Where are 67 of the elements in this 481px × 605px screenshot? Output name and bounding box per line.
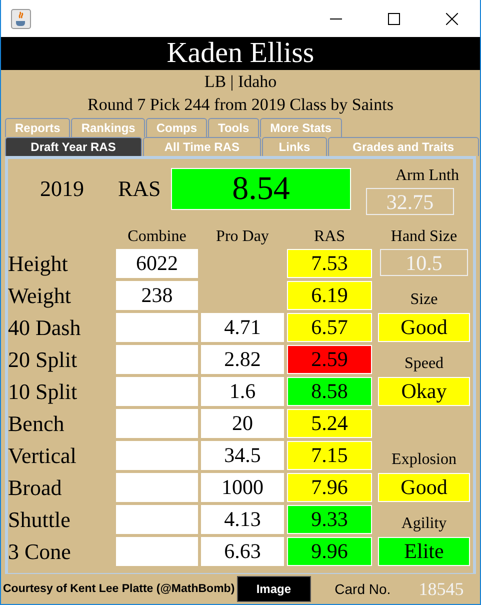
java-cup-icon [11, 8, 31, 28]
metric-name: 10 Split [8, 378, 78, 406]
ras-value: 9.96 [287, 537, 372, 566]
category-label: Explosion [390, 450, 458, 468]
pro-day-value: 4.13 [201, 505, 284, 534]
tab[interactable]: Tools [208, 118, 260, 137]
category-label: Agility [400, 514, 448, 532]
draft-info: Round 7 Pick 244 from 2019 Class by Saints [86, 94, 394, 116]
ras-value: 8.58 [287, 377, 372, 406]
pro-day-value: 2.82 [201, 345, 284, 374]
tab[interactable]: Draft Year RAS [5, 137, 142, 156]
arm-length-label: Arm Lnth [395, 167, 459, 185]
image-button[interactable]: Image [236, 576, 311, 602]
column-header: Hand Size [390, 227, 458, 246]
tab[interactable]: More Stats [260, 118, 342, 137]
metric-name: Shuttle [8, 506, 72, 534]
ras-value: 7.53 [287, 249, 372, 278]
ras-score: 8.54 [171, 168, 351, 210]
pro-day-value: 1.6 [201, 377, 284, 406]
metric-name: Vertical [8, 442, 78, 470]
category-grade: Good [378, 313, 470, 342]
category-grade: Elite [378, 537, 470, 566]
tab[interactable]: All Time RAS [142, 137, 262, 156]
ras-value: 9.33 [287, 505, 372, 534]
combine-value: 238 [116, 281, 198, 310]
ras-value: 5.24 [287, 409, 372, 438]
category-label: Speed [403, 354, 445, 372]
position-school: LB | Idaho [203, 71, 278, 93]
maximize-icon[interactable] [388, 12, 400, 24]
ras-value: 6.19 [287, 281, 372, 310]
pro-day-value: 1000 [201, 473, 284, 502]
ras-value: 2.59 [287, 345, 372, 374]
category-grade: Good [378, 473, 470, 502]
metric-name: Broad [8, 474, 63, 502]
close-icon[interactable] [446, 12, 458, 24]
card-number-label: Card No. [334, 581, 391, 597]
pro-day-value: 20 [201, 409, 284, 438]
pro-day-value: 34.5 [201, 441, 284, 470]
arm-length-value: 32.75 [366, 188, 454, 215]
pro-day-value: 6.63 [201, 537, 284, 566]
ras-value: 7.15 [287, 441, 372, 470]
column-header: Combine [126, 227, 188, 246]
tab[interactable]: Comps [146, 118, 208, 137]
ras-value: 7.96 [287, 473, 372, 502]
metric-name: 3 Cone [8, 538, 72, 566]
tab[interactable]: Reports [5, 118, 70, 137]
column-header: RAS [312, 227, 346, 246]
year: 2019 [39, 176, 85, 202]
combine-value: 6022 [116, 249, 198, 278]
tab[interactable]: Grades and Traits [328, 137, 480, 156]
player-name: Kaden Elliss [1, 37, 480, 70]
metric-name: Weight [8, 282, 72, 310]
pro-day-value: 4.71 [201, 313, 284, 342]
metric-name: Bench [8, 410, 66, 438]
category-label: Size [409, 290, 439, 308]
metric-name: 40 Dash [8, 314, 82, 342]
card-number: 18545 [418, 578, 464, 600]
metric-name: Height [8, 250, 69, 278]
tab[interactable]: Links [262, 137, 327, 156]
hand-size-value: 10.5 [380, 249, 468, 276]
credit-text: Courtesy of Kent Lee Platte (@MathBomb) [3, 583, 235, 595]
ras-value: 6.57 [287, 313, 372, 342]
column-header: Pro Day [215, 227, 270, 246]
category-grade: Okay [378, 377, 470, 406]
tab[interactable]: Rankings [71, 118, 146, 137]
metric-name: 20 Split [8, 346, 78, 374]
ras-label: RAS [117, 176, 162, 202]
